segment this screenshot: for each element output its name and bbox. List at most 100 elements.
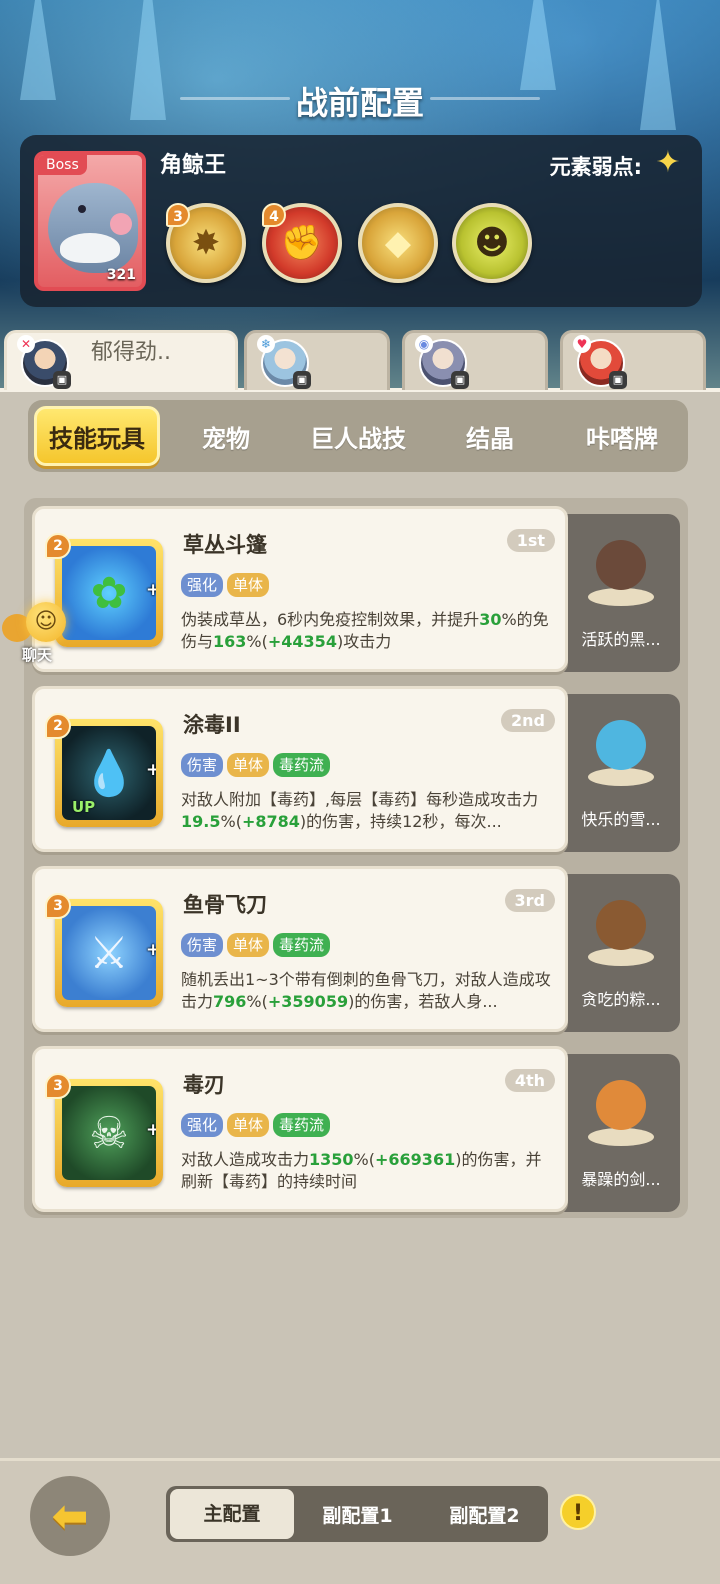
character-tab-4[interactable]: ♥ ▣ [560, 330, 706, 390]
controller-icon: ▣ [53, 371, 71, 389]
back-arrow-icon: ⬅ [51, 1490, 89, 1542]
character-tab-2[interactable]: ❄ ▣ [244, 330, 390, 390]
tag-list: 伤害 单体 毒药流 [181, 753, 331, 777]
tag: 单体 [227, 933, 270, 957]
heart-mark-icon: ♥ [573, 335, 591, 353]
tab-crystals[interactable]: 结晶 [424, 406, 556, 466]
alert-button[interactable]: ! [560, 1494, 596, 1530]
chat-label: 聊天 [22, 646, 53, 664]
skill-description: 随机丢出1~3个带有倒刺的鱼骨飞刀，对敌人造成攻击力796%(+359059)的… [181, 970, 551, 1011]
list-item[interactable]: 快乐的雪... 💧 +52 UP 2 涂毒II 2nd 伤害 单体 毒药流 对敌… [32, 686, 680, 852]
fist-icon: ✊ [280, 223, 324, 263]
element-mark-icon: ❄ [257, 335, 275, 353]
plus-value: +52 [146, 760, 156, 780]
tag-list: 强化 单体 [181, 573, 270, 597]
rank-badge: 3rd [504, 889, 555, 912]
rank-badge: 2nd [501, 709, 555, 732]
page-title: 战前配置 [295, 84, 424, 122]
tab-cards[interactable]: 咔嗒牌 [556, 406, 688, 466]
skill-name: 草丛斗篷 [183, 533, 267, 557]
skill-card[interactable]: ✿ +54 2 草丛斗篷 1st 强化 单体 伪装成草丛，6秒内免疫控制效果，并… [32, 506, 568, 672]
skill-name: 毒刃 [183, 1073, 225, 1097]
character-avatar: ◉ ▣ [415, 335, 469, 389]
pet-slot[interactable]: 贪吃的粽... [562, 874, 680, 1032]
skill-icon-frame: ☠ +52 [55, 1079, 163, 1187]
skill-card[interactable]: 💧 +52 UP 2 涂毒II 2nd 伤害 单体 毒药流 对敌人附加【毒药】,… [32, 686, 568, 852]
skill-level-badge: 3 [45, 893, 71, 919]
skill-description: 对敌人附加【毒药】,每层【毒药】每秒造成攻击力19.5%(+8784)的伤害，持… [181, 790, 539, 831]
boss-skill-fist-icon[interactable]: 4 ✊ [262, 203, 342, 283]
skill-card[interactable]: ⚔ +52 3 鱼骨飞刀 3rd 伤害 单体 毒药流 随机丢出1~3个带有倒刺的… [32, 866, 568, 1032]
list-item[interactable]: 暴躁的剑... ☠ +52 3 毒刃 4th 强化 单体 毒药流 对敌人造成攻击… [32, 1046, 680, 1212]
weakness-label: 元素弱点: [549, 155, 642, 179]
pet-name: 活跃的黑... [581, 630, 661, 649]
crystal-decoration [520, 0, 556, 90]
plus-value: +54 [146, 580, 156, 600]
tag: 单体 [227, 1113, 270, 1137]
character-name: 郁得劲.. [91, 340, 171, 365]
skill-level-badge: 3 [166, 203, 190, 227]
bush-cloak-icon: ✿ +54 [62, 546, 156, 640]
upgrade-tag: UP [72, 798, 96, 816]
boss-level: 321 [106, 267, 136, 283]
remove-mark-icon: ✕ [17, 335, 35, 353]
pet-figure [588, 892, 654, 968]
skill-level-badge: 3 [45, 1073, 71, 1099]
element-mark-icon: ◉ [415, 335, 433, 353]
skill-level-badge: 4 [262, 203, 286, 227]
boss-panel: Boss 321 角鲸王 元素弱点: ✦ 3 ✸ 4 ✊ ◆ ☻ [20, 135, 702, 307]
category-tab-bar: 技能玩具 宠物 巨人战技 结晶 咔嗒牌 [28, 400, 688, 472]
pet-slot[interactable]: 活跃的黑... [562, 514, 680, 672]
tab-skill-toys[interactable]: 技能玩具 [34, 406, 160, 466]
tag: 单体 [227, 573, 270, 597]
pet-slot[interactable]: 暴躁的剑... [562, 1054, 680, 1212]
poison-drop-icon: 💧 +52 UP [62, 726, 156, 820]
tab-giant-skills[interactable]: 巨人战技 [292, 406, 424, 466]
boss-skill-monster-face-icon[interactable]: ☻ [452, 203, 532, 283]
pet-name: 暴躁的剑... [581, 1170, 661, 1189]
star-burst-icon: ✸ [191, 223, 221, 263]
poison-skull-icon: ☠ +52 [62, 1086, 156, 1180]
character-avatar: ♥ ▣ [573, 335, 627, 389]
skill-description: 对敌人造成攻击力1350%(+669361)的伤害，并刷新【毒药】的持续时间 [181, 1150, 542, 1191]
plus-value: +52 [146, 940, 156, 960]
chat-button[interactable]: ☺ 聊天 [0, 596, 74, 670]
skill-list: 活跃的黑... ✿ +54 2 草丛斗篷 1st 强化 单体 伪装成草丛，6秒内… [24, 498, 688, 1218]
tag: 毒药流 [273, 933, 331, 957]
boss-skill-gold-block-icon[interactable]: ◆ [358, 203, 438, 283]
tag-list: 强化 单体 毒药流 [181, 1113, 331, 1137]
boss-portrait[interactable]: Boss 321 [34, 151, 146, 291]
controller-icon: ▣ [451, 371, 469, 389]
tab-main-config[interactable]: 主配置 [170, 1489, 294, 1539]
pet-slot[interactable]: 快乐的雪... [562, 694, 680, 852]
tab-pets[interactable]: 宠物 [160, 406, 292, 466]
boss-skill-star-burst-icon[interactable]: 3 ✸ [166, 203, 246, 283]
tag: 强化 [181, 573, 224, 597]
tab-sub-config-2[interactable]: 副配置2 [421, 1501, 548, 1528]
tag: 毒药流 [273, 753, 331, 777]
character-tab-3[interactable]: ◉ ▣ [402, 330, 548, 390]
skill-card[interactable]: ☠ +52 3 毒刃 4th 强化 单体 毒药流 对敌人造成攻击力1350%(+… [32, 1046, 568, 1212]
back-button[interactable]: ⬅ [30, 1476, 110, 1556]
config-switcher: 主配置 副配置1 副配置2 [166, 1486, 548, 1542]
tab-sub-config-1[interactable]: 副配置1 [294, 1501, 421, 1528]
tag: 伤害 [181, 933, 224, 957]
list-item[interactable]: 活跃的黑... ✿ +54 2 草丛斗篷 1st 强化 单体 伪装成草丛，6秒内… [32, 506, 680, 672]
whale-icon [48, 183, 138, 273]
list-item[interactable]: 贪吃的粽... ⚔ +52 3 鱼骨飞刀 3rd 伤害 单体 毒药流 随机丢出1… [32, 866, 680, 1032]
skill-level-badge: 2 [45, 713, 71, 739]
tag: 毒药流 [273, 1113, 331, 1137]
controller-icon: ▣ [609, 371, 627, 389]
tag: 伤害 [181, 753, 224, 777]
skill-icon-frame: 💧 +52 UP [55, 719, 163, 827]
tag: 强化 [181, 1113, 224, 1137]
character-avatar: ✕ ▣ [17, 335, 71, 389]
sparkle-icon[interactable]: ✦ [652, 147, 684, 179]
pet-figure [588, 1072, 654, 1148]
rank-badge: 4th [504, 1069, 555, 1092]
plus-value: +52 [146, 1120, 156, 1140]
gold-block-icon: ◆ [384, 223, 412, 263]
smiley-icon: ☺ [26, 602, 66, 642]
pet-figure [588, 712, 654, 788]
character-tab-1[interactable]: ✕ ▣ 郁得劲.. [4, 330, 238, 390]
